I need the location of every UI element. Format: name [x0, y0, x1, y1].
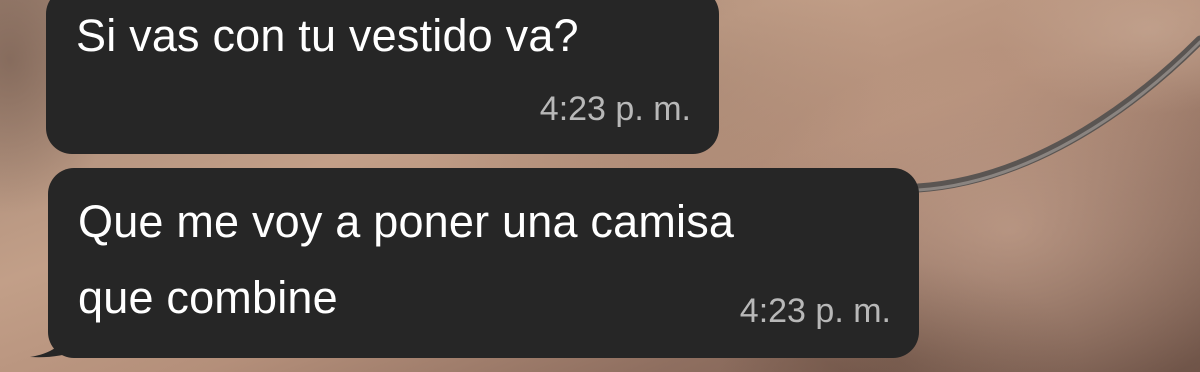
message-text: Que me voy a poner una camisa que combin… — [78, 184, 734, 336]
message-timestamp: 4:23 p. m. — [739, 292, 891, 330]
message-bubble[interactable]: Que me voy a poner una camisa que combin… — [48, 168, 919, 358]
message-text-line: Que me voy a poner una camisa — [78, 196, 735, 247]
message-bubble[interactable]: Si vas con tu vestido va? 4:23 p. m. — [46, 0, 719, 154]
message-text-line: que combine — [78, 272, 338, 323]
message-timestamp: 4:23 p. m. — [539, 90, 691, 128]
message-text: Si vas con tu vestido va? — [76, 10, 579, 61]
